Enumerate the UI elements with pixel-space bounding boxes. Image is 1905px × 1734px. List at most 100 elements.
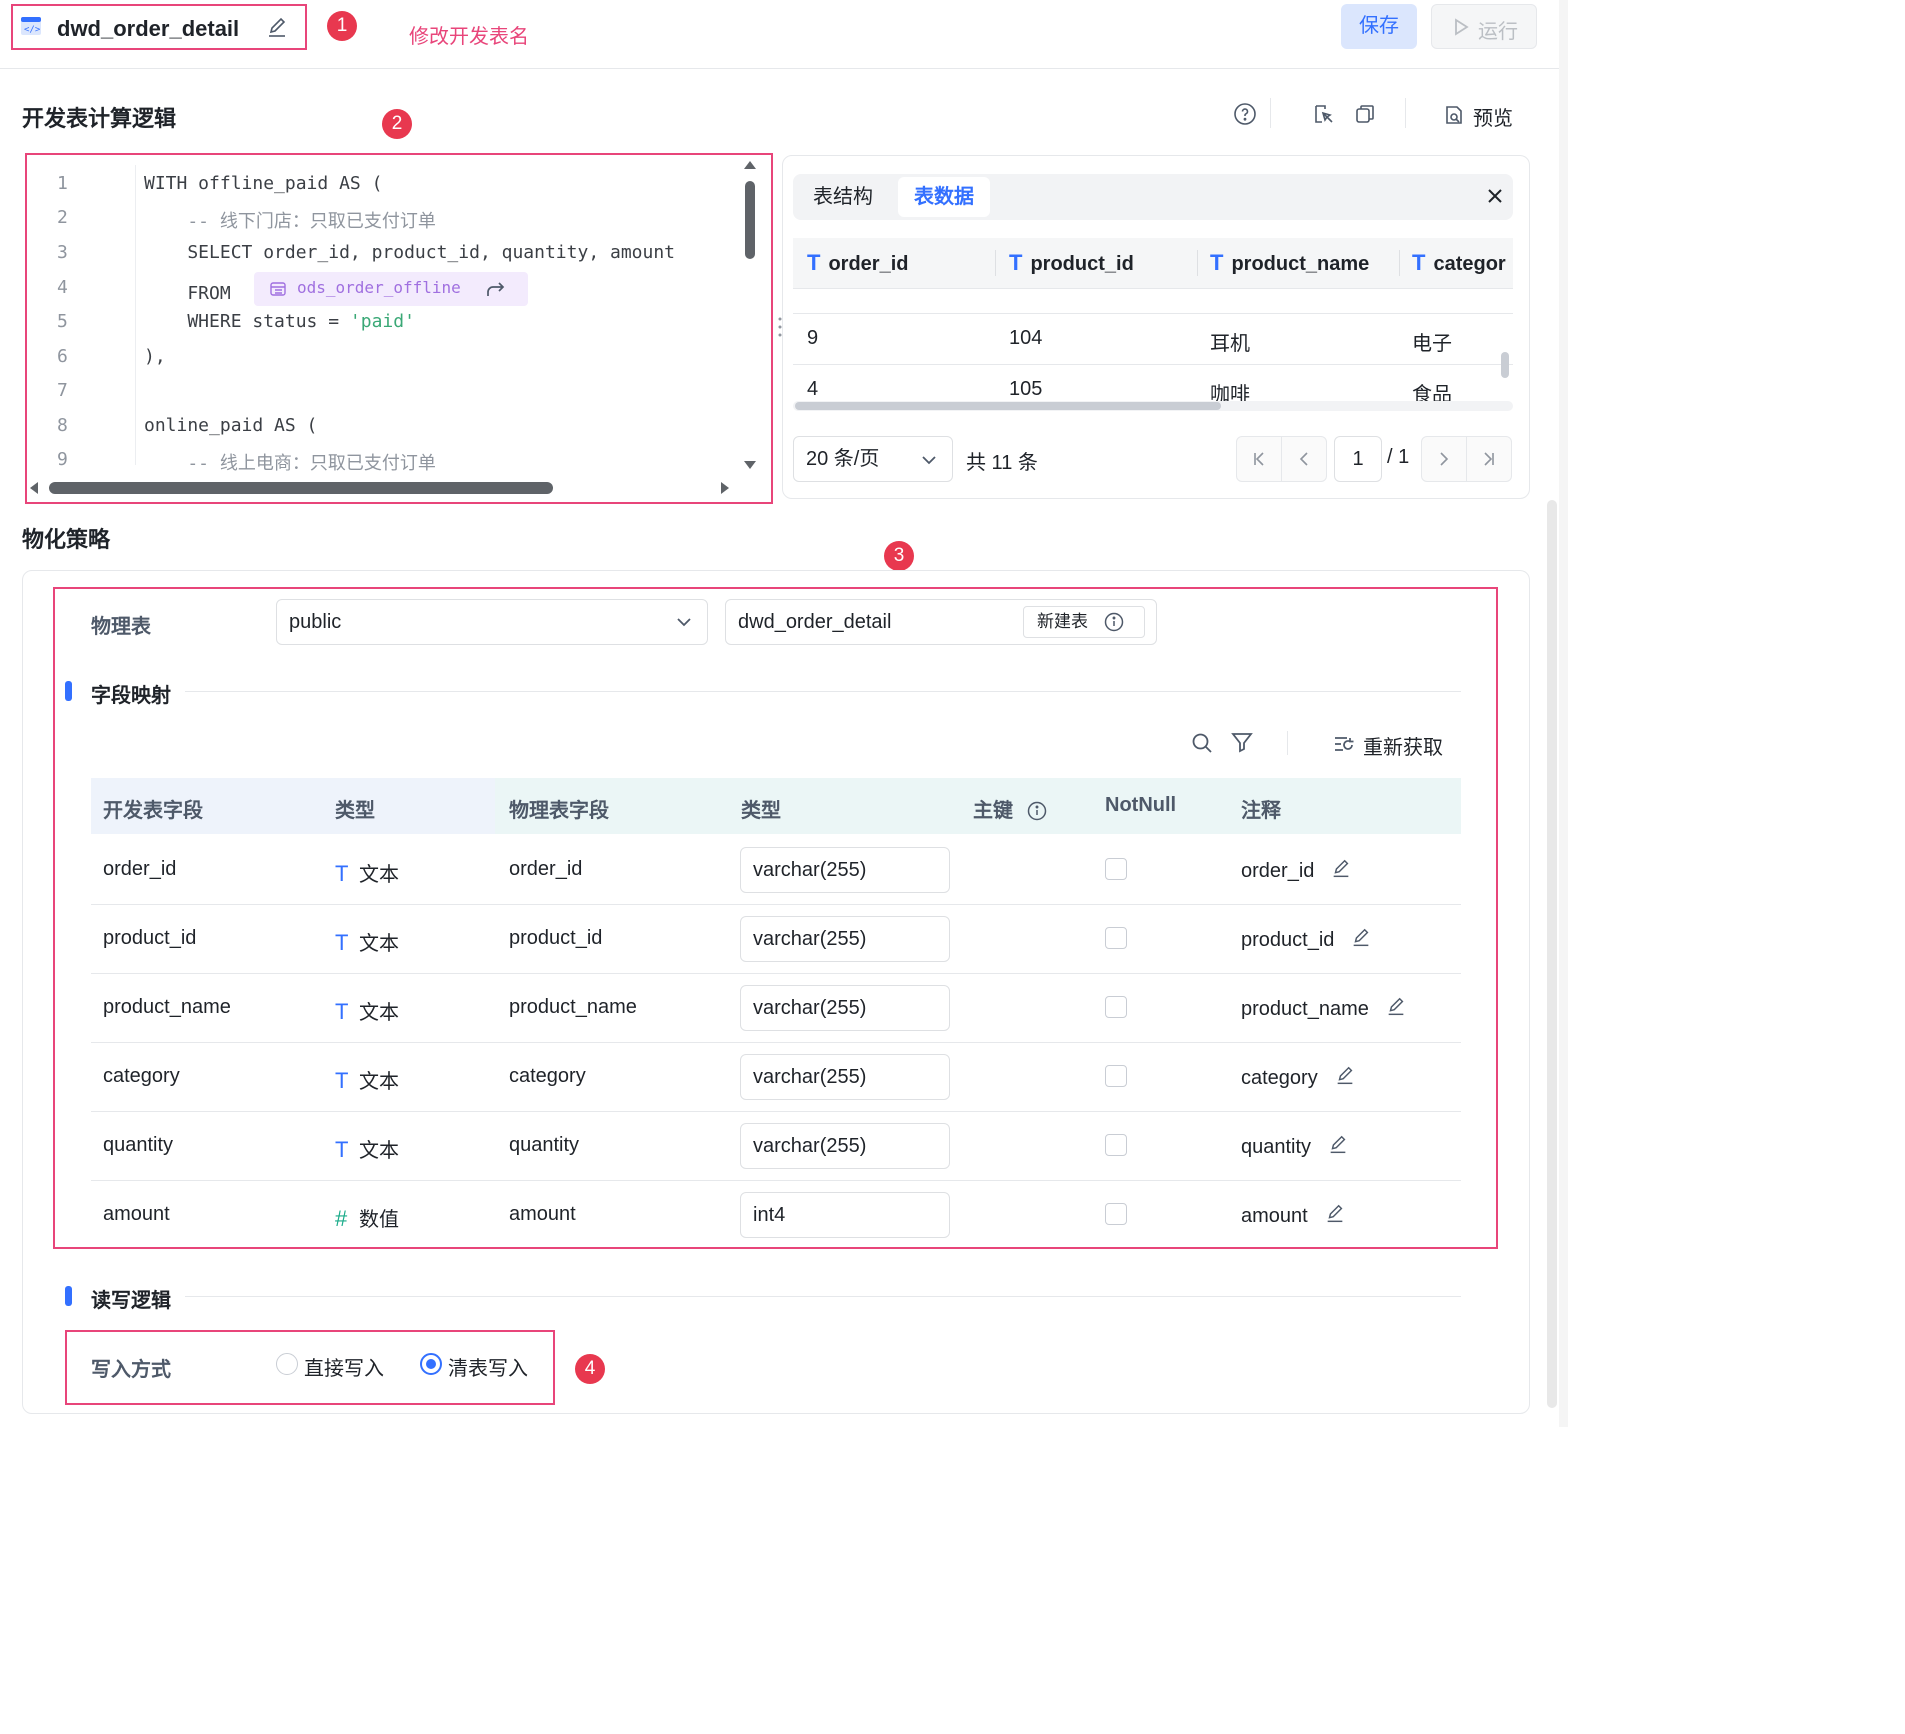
phys-type-input[interactable]: varchar(255) — [740, 1054, 950, 1100]
comment-cell: product_id — [1241, 927, 1372, 952]
phys-type-input[interactable]: varchar(255) — [740, 847, 950, 893]
edit-icon[interactable] — [1385, 996, 1407, 1018]
edit-icon[interactable] — [1330, 858, 1352, 880]
run-label: 运行 — [1478, 21, 1518, 43]
grid-horizontal-scrollbar[interactable] — [793, 401, 1513, 411]
scroll-thumb[interactable] — [795, 402, 1221, 410]
code-line: WHERE status = 'paid' — [144, 311, 415, 332]
edit-name-icon[interactable] — [265, 16, 289, 40]
scroll-thumb[interactable] — [49, 482, 553, 494]
col-divider — [995, 250, 996, 276]
code-line: SELECT order_id, product_id, quantity, a… — [144, 242, 676, 263]
table-row: product_name T 文本 product_name varchar(25… — [91, 973, 1461, 1043]
radio-truncate-write[interactable] — [420, 1353, 442, 1375]
physical-table-input[interactable]: dwd_order_detail 新建表 — [725, 599, 1157, 645]
divider — [185, 1296, 1461, 1297]
comment-cell: order_id — [1241, 858, 1352, 883]
tab-structure[interactable]: 表结构 — [797, 177, 889, 217]
filter-icon[interactable] — [1231, 731, 1253, 753]
not-null-checkbox[interactable] — [1105, 858, 1127, 880]
dev-type-label: 文本 — [359, 1002, 399, 1024]
phys-type-input[interactable]: int4 — [740, 1192, 950, 1238]
format-icon[interactable] — [1312, 102, 1336, 126]
editor-vertical-scrollbar[interactable] — [742, 155, 756, 471]
tab-data[interactable]: 表数据 — [898, 177, 990, 217]
phys-type-input[interactable]: varchar(255) — [740, 985, 950, 1031]
col-product-name[interactable]: Tproduct_name — [1210, 250, 1369, 276]
clipped-cell — [807, 289, 813, 300]
current-page-input[interactable]: 1 — [1334, 436, 1382, 482]
last-page-button[interactable] — [1466, 436, 1512, 482]
run-button[interactable]: 运行 — [1431, 4, 1537, 49]
schema-select[interactable]: public — [276, 599, 708, 645]
th-dev-type: 类型 — [335, 800, 375, 822]
col-divider — [1399, 250, 1400, 276]
dev-field: amount — [103, 1203, 170, 1225]
section-marker — [65, 1286, 72, 1306]
scroll-left-arrow[interactable] — [30, 482, 38, 494]
line-number: 7 — [57, 380, 68, 401]
copy-icon[interactable] — [1353, 102, 1377, 126]
table-reference-chip[interactable]: ods_order_offline — [254, 272, 528, 306]
comment-cell: quantity — [1241, 1134, 1349, 1159]
not-null-checkbox[interactable] — [1105, 927, 1127, 949]
table-row: product_id T 文本 product_id varchar(255) p… — [91, 904, 1461, 974]
close-icon[interactable] — [1485, 186, 1505, 206]
column-label: product_name — [1231, 253, 1370, 275]
radio-truncate-write-label[interactable]: 清表写入 — [448, 1352, 528, 1381]
col-category[interactable]: Tcategor — [1412, 250, 1506, 276]
next-page-button[interactable] — [1421, 436, 1467, 482]
sql-editor[interactable]: 1 2 3 4 5 6 7 8 9 WITH offline_paid AS (… — [25, 153, 773, 504]
th-phys-field: 物理表字段 — [509, 800, 609, 822]
comment-cell: amount — [1241, 1203, 1346, 1228]
table-row: quantity T 文本 quantity varchar(255) quant… — [91, 1111, 1461, 1181]
write-mode-label: 写入方式 — [91, 1359, 171, 1381]
cell-product-name: 咖啡 — [1210, 384, 1250, 403]
col-order-id[interactable]: Torder_id — [807, 250, 908, 276]
dev-field: quantity — [103, 1134, 174, 1156]
comment-cell: product_name — [1241, 996, 1407, 1021]
divider — [185, 691, 1461, 692]
edit-icon[interactable] — [1350, 927, 1372, 949]
radio-direct-write-label[interactable]: 直接写入 — [304, 1352, 384, 1381]
edit-icon[interactable] — [1324, 1203, 1346, 1225]
search-icon[interactable] — [1190, 731, 1214, 755]
phys-field: order_id — [509, 858, 583, 880]
help-icon[interactable] — [1233, 102, 1257, 126]
scroll-right-arrow[interactable] — [721, 482, 729, 494]
info-icon[interactable] — [1027, 801, 1047, 821]
page-size-select[interactable]: 20 条/页 — [793, 436, 953, 482]
scroll-down-arrow[interactable] — [744, 461, 756, 469]
not-null-checkbox[interactable] — [1105, 1065, 1127, 1087]
column-label: categor — [1433, 253, 1506, 275]
prev-page-button[interactable] — [1281, 436, 1327, 482]
grid-vertical-scrollbar[interactable] — [1501, 352, 1509, 378]
th-dev-field: 开发表字段 — [103, 800, 203, 822]
col-product-id[interactable]: Tproduct_id — [1009, 250, 1134, 276]
phys-field: quantity — [509, 1134, 580, 1156]
info-icon[interactable] — [1104, 612, 1124, 632]
edit-icon[interactable] — [1334, 1065, 1356, 1087]
scroll-up-arrow[interactable] — [744, 161, 756, 169]
table-name-box: </> dwd_order_detail — [11, 4, 307, 50]
total-count: 共 11 条 — [966, 452, 1038, 474]
first-page-button[interactable] — [1236, 436, 1282, 482]
schema-value: public — [289, 611, 342, 633]
rw-logic-title: 读写逻辑 — [91, 1290, 171, 1312]
page-vertical-scrollbar[interactable] — [1547, 500, 1557, 1408]
not-null-checkbox[interactable] — [1105, 996, 1127, 1018]
save-button[interactable]: 保存 — [1341, 4, 1417, 49]
not-null-checkbox[interactable] — [1105, 1203, 1127, 1225]
scroll-thumb[interactable] — [745, 181, 755, 259]
not-null-checkbox[interactable] — [1105, 1134, 1127, 1156]
dev-type: T 文本 — [335, 1065, 399, 1094]
phys-type-input[interactable]: varchar(255) — [740, 916, 950, 962]
line-number: 4 — [57, 277, 68, 298]
page-size-value: 20 条/页 — [806, 448, 880, 470]
cell-product-name: 耳机 — [1210, 333, 1250, 355]
edit-icon[interactable] — [1327, 1134, 1349, 1156]
jump-arrow-icon[interactable] — [486, 280, 506, 298]
phys-type-input[interactable]: varchar(255) — [740, 1123, 950, 1169]
radio-direct-write[interactable] — [276, 1353, 298, 1375]
editor-horizontal-scrollbar[interactable] — [27, 481, 739, 495]
